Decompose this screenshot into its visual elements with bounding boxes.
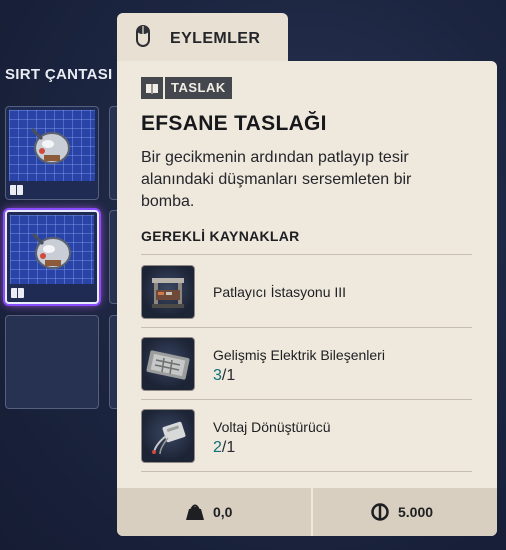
divider (141, 399, 472, 400)
resource-quantity: 2/1 (213, 439, 235, 457)
item-description: Bir gecikmenin ardından patlayıp tesir a… (141, 149, 412, 210)
bomb-icon (31, 232, 71, 269)
backpack-title: SIRT ÇANTASI (5, 66, 113, 83)
circuit-board-icon (141, 337, 195, 391)
resource-name: Gelişmiş Elektrik Bileşenleri (213, 347, 385, 363)
tooltip-footer: 0,0 5.000 (117, 488, 497, 536)
item-type-label: TASLAK (165, 77, 232, 99)
divider (141, 327, 472, 328)
workbench-icon (141, 265, 195, 319)
blueprint-book-icon (11, 288, 24, 298)
weight-icon (186, 504, 204, 520)
resource-row: Voltaj Dönüştürücü 2/1 (141, 401, 472, 471)
mouse-icon (136, 25, 150, 47)
bomb-icon (30, 127, 70, 164)
required-resources-title: GEREKLİ KAYNAKLAR (141, 228, 300, 244)
resource-row: Gelişmiş Elektrik Bileşenleri 3/1 (141, 329, 472, 399)
price-value: 5.000 (398, 504, 434, 520)
price-stat: 5.000 (371, 488, 433, 536)
inventory-slot-empty[interactable] (5, 315, 99, 409)
divider (141, 471, 472, 472)
weight-stat: 0,0 (185, 488, 232, 536)
resource-row: Patlayıcı İstasyonu III (141, 257, 472, 327)
resource-need: /1 (221, 439, 236, 456)
item-tooltip-panel: TASLAK EFSANE TASLAĞI Bir gecikmenin ard… (117, 61, 497, 536)
coin-icon (371, 503, 389, 521)
resource-name: Patlayıcı İstasyonu III (213, 284, 347, 300)
divider (141, 254, 472, 255)
item-type-tag: TASLAK (141, 77, 232, 99)
actions-tab-label: EYLEMLER (170, 30, 261, 47)
blueprint-book-icon (141, 77, 163, 99)
resource-have: 3 (213, 367, 222, 384)
item-title: EFSANE TASLAĞI (141, 112, 327, 135)
footer-separator (311, 488, 313, 536)
blueprint-book-icon (10, 185, 23, 195)
resource-name: Voltaj Dönüştürücü (213, 419, 331, 435)
inventory-slot[interactable] (5, 106, 99, 200)
resource-have: 2 (213, 439, 222, 456)
actions-tab[interactable]: EYLEMLER (117, 13, 288, 63)
resource-quantity: 3/1 (213, 367, 235, 385)
weight-value: 0,0 (213, 504, 233, 520)
inventory-slot-selected[interactable] (5, 210, 99, 304)
resource-need: /1 (221, 367, 236, 384)
voltage-converter-icon (141, 409, 195, 463)
